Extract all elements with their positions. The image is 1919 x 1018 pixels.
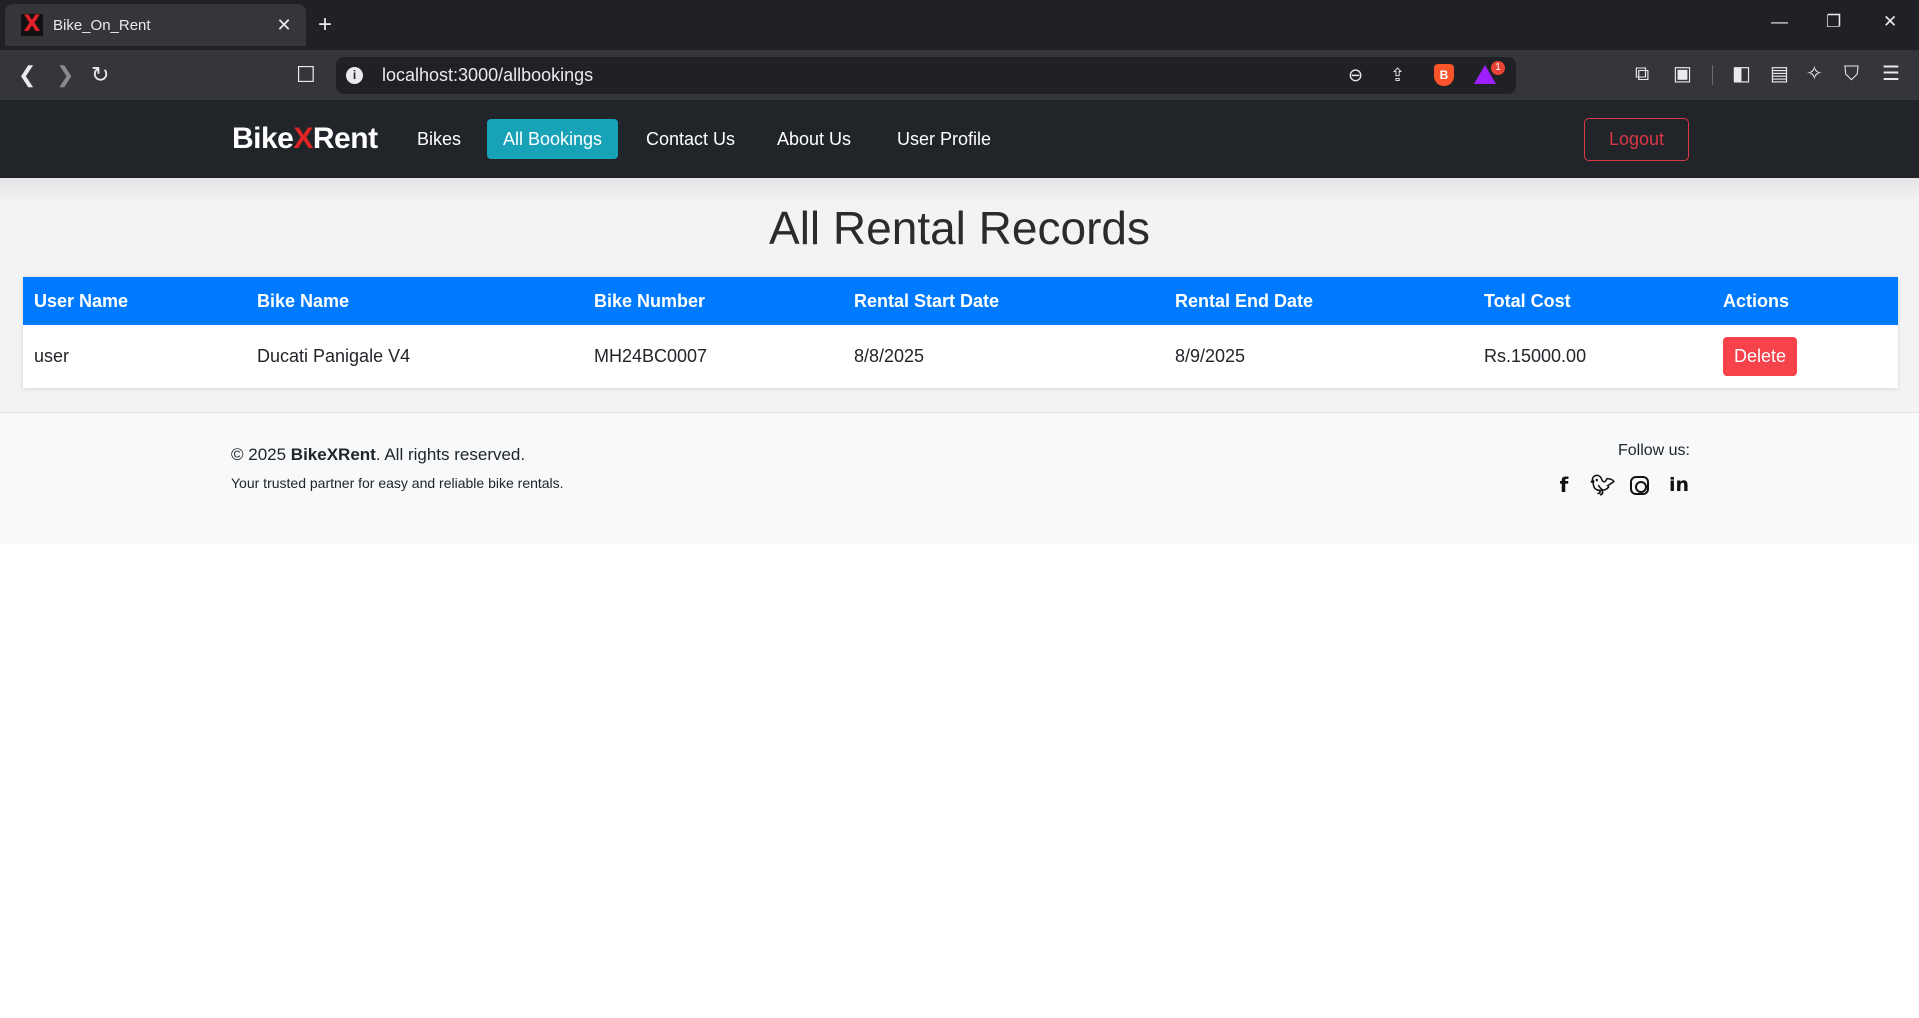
follow-us-label: Follow us: (1617, 442, 1690, 459)
browser-tab-strip: X Bike_On_Rent ✕ + — ❐ ✕ (0, 0, 1919, 50)
instagram-icon[interactable] (1630, 476, 1649, 495)
column-header-actions: Actions (1723, 290, 1790, 311)
menu-icon[interactable]: ☰ (1882, 63, 1900, 85)
browser-tab[interactable]: X Bike_On_Rent ✕ (5, 4, 306, 46)
brand-x: X (293, 122, 313, 155)
cell-actions: Delete (1712, 325, 1898, 388)
nav-link-about-us[interactable]: About Us (761, 119, 867, 159)
bookmark-icon[interactable]: ☐ (296, 63, 316, 87)
reader-icon[interactable]: ▣ (1673, 63, 1692, 85)
rewards-badge: 1 (1491, 61, 1505, 75)
table-header-row: User Name Bike Name Bike Number Rental S… (23, 277, 1898, 325)
cell-bike-name: Ducati Panigale V4 (257, 346, 411, 366)
extensions-icon[interactable]: ⧉ (1635, 63, 1649, 85)
logout-button[interactable]: Logout (1584, 118, 1689, 161)
column-header-bike-number: Bike Number (594, 290, 706, 311)
site-footer: © 2025 BikeXRent. All rights reserved. Y… (0, 412, 1919, 544)
delete-button[interactable]: Delete (1723, 337, 1797, 376)
sidebar-icon[interactable]: ◧ (1732, 63, 1751, 85)
nav-link-user-profile[interactable]: User Profile (881, 119, 1007, 159)
brave-shields-icon[interactable]: B (1434, 64, 1454, 86)
rental-records-table: User Name Bike Name Bike Number Rental S… (23, 277, 1898, 388)
url-text[interactable]: localhost:3000/allbookings (382, 57, 593, 94)
copyright-suffix: . All rights reserved. (375, 445, 526, 464)
minimize-icon[interactable]: — (1771, 12, 1788, 32)
site-navbar: BikeXRent Bikes All Bookings Contact Us … (0, 100, 1919, 178)
column-header-bike-name: Bike Name (257, 290, 350, 311)
leo-ai-icon[interactable]: ✧ (1806, 63, 1823, 85)
cell-user-name: user (34, 346, 70, 366)
twitter-icon[interactable]: 🐦︎ (1590, 473, 1615, 497)
close-tab-icon[interactable]: ✕ (274, 15, 294, 36)
favicon-icon: X (21, 14, 43, 36)
forward-icon[interactable]: ❯ (56, 63, 74, 87)
brand-part-1: Bike (232, 122, 294, 155)
footer-tagline: Your trusted partner for easy and reliab… (231, 475, 564, 491)
column-header-user-name: User Name (34, 290, 129, 311)
cell-bike-number: MH24BC0007 (594, 346, 708, 366)
zoom-icon[interactable]: ⊖ (1348, 65, 1363, 85)
address-bar[interactable]: i localhost:3000/allbookings ⊖ ⇪ B 1 (336, 57, 1516, 94)
restore-icon[interactable]: ❐ (1826, 12, 1841, 32)
brand-part-2: Rent (312, 122, 378, 155)
new-tab-icon[interactable]: + (318, 12, 332, 38)
brand-logo[interactable]: BikeXRent (232, 120, 378, 158)
table-row: user Ducati Panigale V4 MH24BC0007 8/8/2… (23, 325, 1898, 388)
facebook-icon[interactable]: f (1552, 473, 1576, 497)
browser-toolbar: ❮ ❯ ↻ ☐ i localhost:3000/allbookings ⊖ ⇪… (0, 50, 1919, 100)
cell-start-date: 8/8/2025 (854, 346, 925, 366)
nav-link-bikes[interactable]: Bikes (401, 119, 477, 159)
nav-link-all-bookings[interactable]: All Bookings (487, 119, 619, 159)
cell-total-cost: Rs.15000.00 (1484, 346, 1587, 366)
page-title: All Rental Records (769, 202, 1150, 254)
copyright-prefix: © 2025 (231, 445, 291, 464)
toolbar-divider (1712, 65, 1713, 85)
navbar-shadow (0, 178, 1919, 202)
column-header-start-date: Rental Start Date (854, 290, 1000, 311)
vpn-icon[interactable]: ⛉ (1844, 63, 1859, 85)
column-header-total-cost: Total Cost (1484, 290, 1571, 311)
share-icon[interactable]: ⇪ (1390, 65, 1405, 85)
tab-title: Bike_On_Rent (53, 16, 151, 34)
cell-end-date: 8/9/2025 (1175, 346, 1246, 366)
copyright-text: © 2025 BikeXRent. All rights reserved. (231, 445, 525, 465)
linkedin-icon[interactable]: in (1667, 473, 1691, 497)
copyright-brand: BikeXRent (290, 445, 376, 464)
site-info-icon[interactable]: i (346, 67, 363, 84)
main-content: All Rental Records User Name Bike Name B… (0, 178, 1919, 412)
nav-link-contact-us[interactable]: Contact Us (630, 119, 751, 159)
wallet-icon[interactable]: ▤ (1770, 63, 1789, 85)
reload-icon[interactable]: ↻ (91, 63, 109, 87)
back-icon[interactable]: ❮ (18, 63, 36, 87)
column-header-end-date: Rental End Date (1175, 290, 1314, 311)
close-window-icon[interactable]: ✕ (1883, 12, 1897, 32)
